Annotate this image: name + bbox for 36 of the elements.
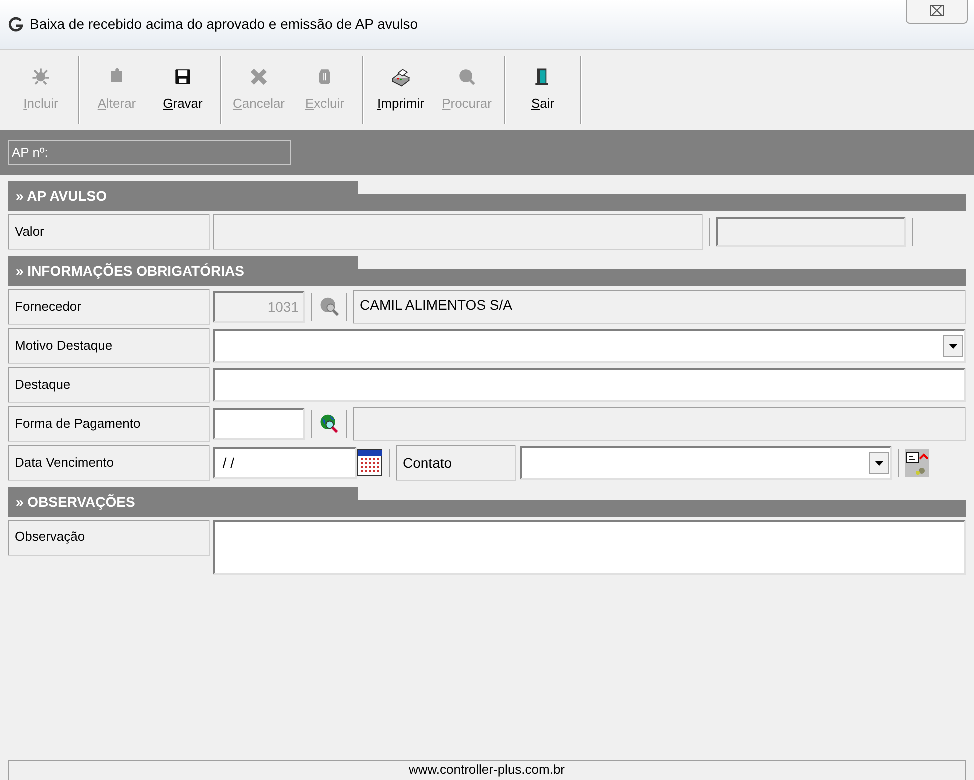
field-label: Destaque bbox=[8, 367, 210, 403]
globe-search-icon[interactable] bbox=[318, 413, 340, 435]
app-logo-icon bbox=[8, 16, 24, 32]
input-field[interactable]: / / bbox=[213, 447, 357, 479]
field-label: Fornecedor bbox=[8, 289, 210, 325]
field-label: Motivo Destaque bbox=[8, 328, 210, 364]
ap-number-field[interactable]: AP nº: bbox=[8, 140, 291, 165]
printer-icon bbox=[390, 66, 412, 88]
dropdown-button[interactable] bbox=[869, 452, 889, 474]
toolbar-button[interactable]: Sair bbox=[510, 54, 576, 126]
name-display: CAMIL ALIMENTOS S/A bbox=[353, 290, 966, 324]
window-title: Baixa de recebido acima do aprovado e emissão de AP avulso bbox=[30, 15, 420, 34]
text-area[interactable] bbox=[213, 520, 966, 575]
caret-icon bbox=[874, 460, 884, 466]
field-label: Observação bbox=[8, 520, 210, 556]
contact-card-icon[interactable] bbox=[905, 449, 929, 477]
close-button[interactable]: ⌧ bbox=[906, 0, 968, 24]
field-label: Contato bbox=[396, 445, 516, 481]
dropdown-button[interactable] bbox=[943, 335, 963, 357]
input-field[interactable] bbox=[213, 368, 966, 402]
field-label: Forma de Pagamento bbox=[8, 406, 210, 442]
dropdown-field[interactable] bbox=[520, 446, 892, 480]
field-label: Valor bbox=[8, 214, 210, 250]
field-label: Data Vencimento bbox=[8, 445, 210, 481]
calendar-icon[interactable] bbox=[357, 449, 383, 477]
section-header: » OBSERVAÇÕES bbox=[8, 487, 358, 517]
input-field[interactable] bbox=[213, 408, 305, 440]
input-field[interactable] bbox=[716, 217, 906, 247]
section-header: » AP AVULSO bbox=[8, 181, 358, 211]
dropdown-field[interactable] bbox=[213, 329, 966, 363]
status-bar: www.controller-plus.com.br bbox=[8, 760, 966, 780]
search-icon[interactable] bbox=[318, 296, 340, 318]
toolbar-button[interactable]: Gravar bbox=[150, 54, 216, 126]
caret-icon bbox=[948, 344, 958, 348]
section-header: » INFORMAÇÕES OBRIGATÓRIAS bbox=[8, 256, 358, 286]
toolbar-button[interactable]: Imprimir bbox=[368, 54, 434, 126]
